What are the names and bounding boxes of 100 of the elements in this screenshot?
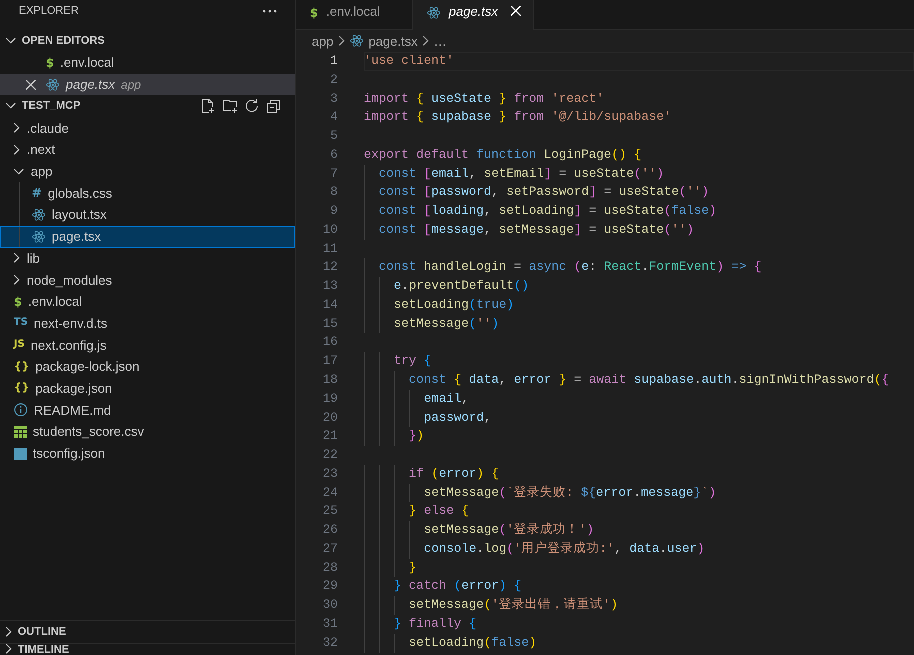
code-line: setMessage('登录出错，请重试') <box>364 596 914 615</box>
breadcrumb-item[interactable]: … <box>434 34 447 48</box>
close-icon <box>511 6 521 16</box>
file-tree-item[interactable]: tsconfig.json <box>0 442 295 464</box>
line-number: 8 <box>329 184 338 202</box>
code-line: setMessage('') <box>364 314 914 334</box>
code-line: const [message, setMessage] = useState('') <box>364 220 914 240</box>
breadcrumb-item[interactable]: page.tsx <box>368 34 418 48</box>
line-number: 6 <box>329 146 338 164</box>
line-number: 32 <box>322 634 338 652</box>
editor-tab[interactable]: page.tsx <box>413 0 534 30</box>
line-number: 20 <box>322 410 338 427</box>
sidebar-title: EXPLORER <box>19 5 79 17</box>
code-line: password, <box>364 408 914 428</box>
file-tree-item[interactable]: .next <box>0 139 295 161</box>
line-number: 25 <box>322 503 338 520</box>
line-number: 3 <box>329 90 338 108</box>
code-line: } finally { <box>364 614 914 634</box>
line-number: 14 <box>322 296 338 314</box>
line-number: 5 <box>329 128 338 146</box>
file-tree-item[interactable]: students_score.csv <box>0 421 295 443</box>
line-number: 19 <box>322 390 338 408</box>
code-line: 'use client' <box>364 52 914 71</box>
line-number: 27 <box>322 540 338 558</box>
breadcrumb-item[interactable]: app <box>312 34 334 48</box>
file-tree-item[interactable]: .claude <box>0 117 295 140</box>
line-number: 17 <box>322 353 338 370</box>
line-number: 24 <box>322 484 338 502</box>
file-tree-item[interactable]: # globals.css <box>0 182 295 204</box>
open-editor-item[interactable]: $ .env.local <box>0 52 295 74</box>
code-line: export default function LoginPage() { <box>364 146 643 164</box>
code-line: e.preventDefault() <box>364 277 914 296</box>
code-line: setMessage('登录成功！') <box>364 521 914 540</box>
line-number: 21 <box>322 428 338 446</box>
code-line: import { useState } from 'react' <box>364 90 606 108</box>
file-type-icon: {} <box>14 381 30 396</box>
refresh-icon <box>246 99 259 114</box>
code-line: }) <box>364 427 914 446</box>
code-line: setLoading(false) <box>364 634 914 652</box>
code-line: } catch (error) { <box>364 577 914 596</box>
line-number: 11 <box>322 240 338 258</box>
chevron-right-icon <box>338 36 345 46</box>
file-type-icon: JS <box>14 338 25 352</box>
line-number: 30 <box>322 597 338 614</box>
file-tree-item[interactable]: app <box>0 160 295 182</box>
file-type-icon: TS <box>14 316 28 330</box>
line-number: 9 <box>329 203 338 220</box>
section-header[interactable]: TIMELINE <box>0 644 295 655</box>
line-number: 16 <box>322 334 338 352</box>
file-tree-item[interactable]: {} package-lock.json <box>0 356 295 378</box>
line-number: 13 <box>322 278 338 296</box>
file-tree-item[interactable]: TS next-env.d.ts <box>0 312 295 334</box>
line-number: 18 <box>322 372 338 390</box>
line-number: 31 <box>322 616 338 633</box>
line-number: 2 <box>329 72 338 89</box>
file-tree-item[interactable]: README.md <box>0 399 295 421</box>
code-line: const { data, error } = await supabase.auth.signInWithPassword({ <box>364 371 914 390</box>
code-line: email, <box>364 390 914 409</box>
open-editor-item[interactable]: page.tsx app <box>0 74 295 96</box>
line-number: 15 <box>322 316 338 333</box>
line-number: 23 <box>322 466 338 483</box>
new-file-icon <box>201 98 215 114</box>
file-type-icon: # <box>32 186 42 200</box>
react-atom-icon <box>32 230 46 244</box>
code-line: console.log('用户登录成功:', data.user) <box>364 540 914 559</box>
line-number: 10 <box>322 222 338 239</box>
code-line: setMessage(`登录失败: ${error.message}`) <box>364 484 914 502</box>
line-number: 7 <box>329 166 338 183</box>
react-atom-icon <box>350 34 364 48</box>
config-file-icon <box>14 448 27 460</box>
file-type-icon: $ <box>14 294 22 309</box>
info-icon <box>14 403 28 418</box>
file-type-icon: $ <box>46 56 54 70</box>
file-tree-item[interactable]: page.tsx <box>0 226 295 248</box>
chevron-right-icon <box>422 36 429 46</box>
file-type-icon: {} <box>14 360 30 374</box>
section-header[interactable]: TEST_MCP <box>0 95 295 118</box>
file-tree-item[interactable]: JS next.config.js <box>0 334 295 356</box>
section-header[interactable]: OUTLINE <box>0 621 295 643</box>
code-line: } <box>364 558 914 578</box>
code-line: const [loading, setLoading] = useState(false) <box>364 202 914 221</box>
file-tree-item[interactable]: $ .env.local <box>0 290 295 313</box>
code-line: const [password, setPassword] = useState('') <box>364 183 914 202</box>
line-number: 4 <box>329 109 338 126</box>
table-icon <box>14 426 27 438</box>
file-tree-item[interactable]: node_modules <box>0 269 295 291</box>
line-number: 26 <box>322 522 338 540</box>
close-icon <box>26 80 36 90</box>
section-header[interactable]: OPEN EDITORS <box>0 30 295 52</box>
code-line: if (error) { <box>364 464 914 484</box>
file-tree-item[interactable]: lib <box>0 248 295 270</box>
react-atom-icon <box>46 78 60 92</box>
file-tree-item[interactable]: {} package.json <box>0 378 295 400</box>
line-number: 12 <box>322 259 338 276</box>
line-number: 29 <box>322 578 338 596</box>
code-line: const [email, setEmail] = useState('') <box>364 164 914 184</box>
code-line: setLoading(true) <box>364 296 914 315</box>
react-atom-icon <box>32 208 46 222</box>
react-atom-icon <box>427 6 441 20</box>
line-number: 28 <box>322 560 338 577</box>
